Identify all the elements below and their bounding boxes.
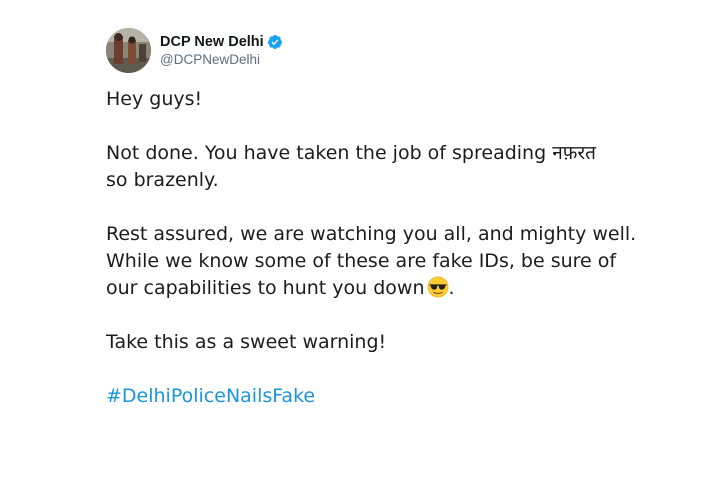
user-names: DCP New Delhi @DCPNewDelhi bbox=[160, 33, 283, 68]
verified-badge-icon bbox=[267, 34, 283, 50]
tweet-header: DCP New Delhi @DCPNewDelhi bbox=[106, 26, 666, 74]
tweet-text: Hey guys! Not done. You have taken the j… bbox=[106, 86, 666, 410]
tweet-paragraph-1: Hey guys! bbox=[106, 86, 666, 113]
sunglasses-emoji-icon bbox=[427, 276, 449, 298]
tweet-line: While we know some of these are fake IDs… bbox=[106, 250, 617, 272]
tweet-line-end: . bbox=[448, 277, 455, 299]
tweet-card: DCP New Delhi @DCPNewDelhi Hey guys! Not… bbox=[106, 26, 666, 437]
avatar[interactable] bbox=[106, 27, 151, 73]
tweet-paragraph-5: #DelhiPoliceNailsFake bbox=[106, 383, 666, 410]
tweet-line: Not done. You have taken the job of spre… bbox=[106, 142, 596, 164]
display-name-row: DCP New Delhi bbox=[160, 33, 283, 51]
avatar-image bbox=[106, 27, 151, 73]
display-name[interactable]: DCP New Delhi bbox=[160, 33, 264, 51]
tweet-paragraph-3: Rest assured, we are watching you all, a… bbox=[106, 221, 666, 302]
tweet-paragraph-4: Take this as a sweet warning! bbox=[106, 329, 666, 356]
tweet-line-with-emoji: our capabilities to hunt you down . bbox=[106, 275, 666, 302]
tweet-line: Take this as a sweet warning! bbox=[106, 331, 387, 353]
user-handle[interactable]: @DCPNewDelhi bbox=[160, 51, 283, 68]
tweet-line: Rest assured, we are watching you all, a… bbox=[106, 223, 637, 245]
tweet-paragraph-2: Not done. You have taken the job of spre… bbox=[106, 140, 666, 194]
hashtag-link[interactable]: #DelhiPoliceNailsFake bbox=[106, 383, 666, 410]
tweet-line-text: our capabilities to hunt you down bbox=[106, 277, 425, 299]
tweet-line: so brazenly. bbox=[106, 169, 219, 191]
tweet-line: Hey guys! bbox=[106, 88, 203, 110]
